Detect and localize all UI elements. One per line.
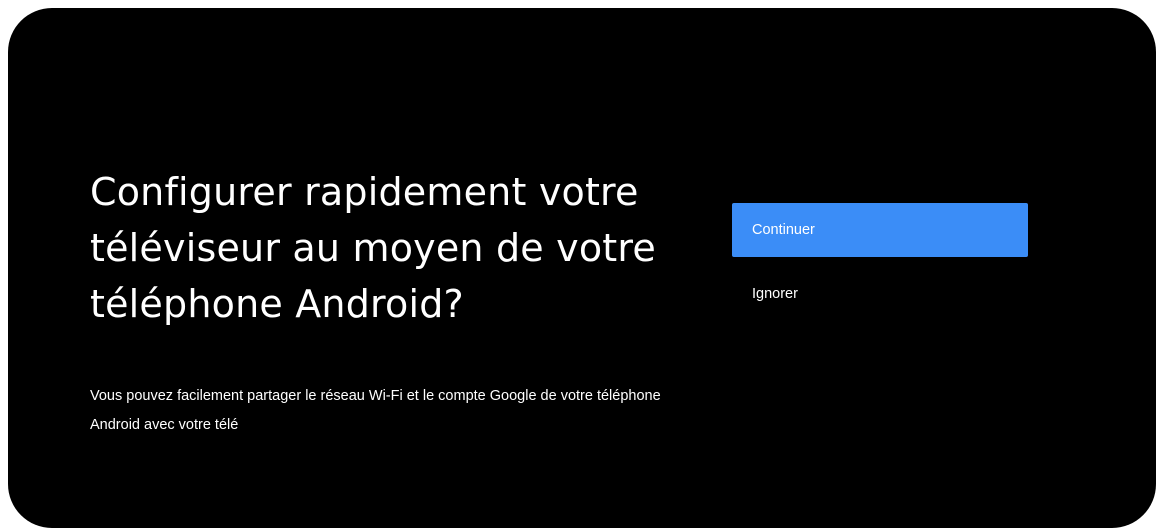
tv-setup-screen: Configurer rapidement votre téléviseur a…	[8, 8, 1156, 528]
continue-button[interactable]: Continuer	[732, 203, 1028, 257]
setup-description: Vous pouvez facilement partager le résea…	[90, 388, 661, 433]
ignore-button[interactable]: Ignorer	[732, 278, 1028, 310]
page-title: Configurer rapidement votre téléviseur a…	[90, 170, 656, 326]
